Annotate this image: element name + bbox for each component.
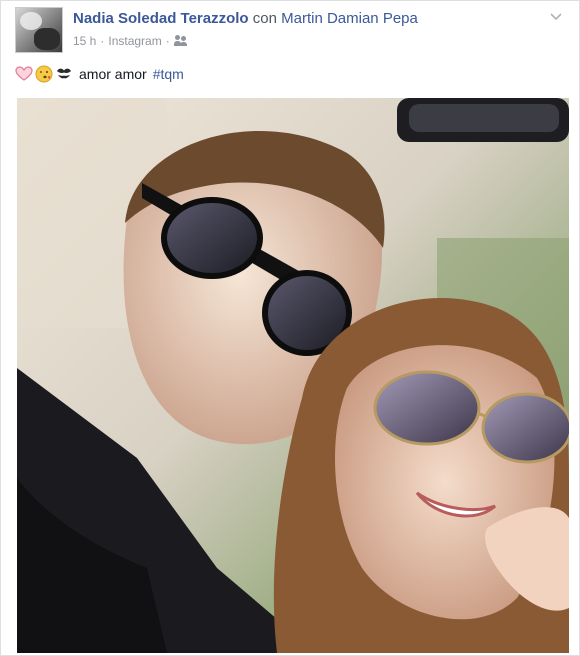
chevron-down-icon[interactable] xyxy=(547,11,565,25)
meta-separator: · xyxy=(165,34,170,48)
author-name-link[interactable]: Nadia Soledad Terazzolo xyxy=(73,10,249,27)
avatar-image-part xyxy=(20,12,42,30)
author-avatar[interactable] xyxy=(15,7,63,53)
post-photo[interactable] xyxy=(17,98,569,653)
post-message: amor amor #tqm xyxy=(15,63,184,85)
kiss-mark-icon xyxy=(55,65,73,83)
post-meta: 15 h · Instagram · xyxy=(73,33,188,49)
source-link[interactable]: Instagram xyxy=(108,33,161,49)
heart-icon xyxy=(15,65,33,83)
selfie-photo-illustration xyxy=(17,98,569,653)
tagged-person-link[interactable]: Martin Damian Pepa xyxy=(281,10,418,27)
avatar-image-part xyxy=(34,28,60,50)
kiss-face-icon xyxy=(35,65,53,83)
message-text: amor amor xyxy=(79,66,147,82)
meta-separator: · xyxy=(100,34,105,48)
hashtag-link[interactable]: #tqm xyxy=(153,63,184,85)
feed-post: Nadia Soledad Terazzolo con Martin Damia… xyxy=(0,0,580,656)
timestamp-link[interactable]: 15 h xyxy=(73,33,96,49)
friends-icon[interactable] xyxy=(173,35,188,47)
post-title: Nadia Soledad Terazzolo con Martin Damia… xyxy=(73,9,418,29)
post-header: Nadia Soledad Terazzolo con Martin Damia… xyxy=(15,7,569,53)
with-text: con xyxy=(252,10,277,27)
